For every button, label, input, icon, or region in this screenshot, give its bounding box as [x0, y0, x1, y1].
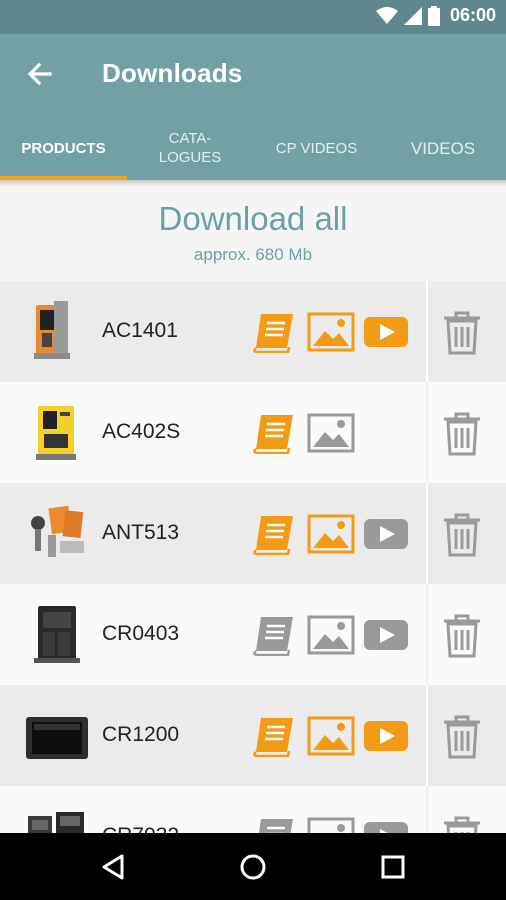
video-icon[interactable]: [362, 614, 410, 656]
app-bar: Downloads: [0, 34, 506, 116]
product-thumbnail: [24, 398, 90, 468]
download-all-button[interactable]: Download all approx. 680 Mb: [0, 186, 506, 281]
tab-videos[interactable]: VIDEOS: [380, 116, 506, 180]
wifi-icon: [375, 6, 398, 24]
list-item[interactable]: CR1200: [0, 685, 506, 786]
video-icon[interactable]: [362, 513, 410, 555]
product-name: ANT513: [102, 521, 180, 544]
arrow-back-icon[interactable]: [24, 58, 56, 90]
list-item[interactable]: AC402S: [0, 382, 506, 483]
product-name: CR0403: [102, 622, 180, 645]
product-name: AC1401: [102, 319, 178, 342]
status-icons: 06:00: [375, 5, 496, 26]
image-icon[interactable]: [307, 311, 355, 353]
tab-catalogues[interactable]: CATA- LOGUES: [127, 116, 253, 180]
product-name: CR1200: [102, 723, 180, 746]
product-thumbnail: [24, 297, 90, 367]
signal-icon: [403, 6, 422, 25]
tab-bar: PRODUCTS CATA- LOGUES CP VIDEOS VIDEOS: [0, 116, 506, 180]
image-icon[interactable]: [307, 614, 355, 656]
system-nav-bar: [0, 833, 506, 900]
trash-icon[interactable]: [440, 612, 484, 658]
row-divider: [426, 281, 428, 382]
list-item[interactable]: CR0403: [0, 584, 506, 685]
book-icon[interactable]: [252, 311, 300, 353]
back-nav-icon[interactable]: [96, 849, 132, 885]
product-thumbnail: [24, 499, 90, 569]
download-all-label: Download all: [158, 200, 348, 237]
product-name: CR7032: [102, 824, 179, 833]
book-icon[interactable]: [252, 513, 300, 555]
trash-icon[interactable]: [440, 814, 484, 833]
status-bar: 06:00: [0, 0, 506, 34]
book-icon[interactable]: [252, 715, 300, 757]
battery-icon: [427, 5, 440, 26]
trash-icon[interactable]: [440, 309, 484, 355]
list-item[interactable]: ANT513: [0, 483, 506, 584]
home-nav-icon[interactable]: [235, 849, 271, 885]
image-icon[interactable]: [307, 412, 355, 454]
product-list: AC1401 AC402S ANT513 CR0403 CR1200: [0, 281, 506, 833]
recents-nav-icon[interactable]: [375, 849, 411, 885]
image-icon[interactable]: [307, 513, 355, 555]
trash-icon[interactable]: [440, 410, 484, 456]
row-divider: [426, 584, 428, 685]
book-icon[interactable]: [252, 816, 300, 833]
trash-icon[interactable]: [440, 511, 484, 557]
row-divider: [426, 786, 428, 833]
book-icon[interactable]: [252, 412, 300, 454]
tab-videos-label: VIDEOS: [410, 138, 476, 158]
trash-icon[interactable]: [440, 713, 484, 759]
video-icon[interactable]: [362, 311, 410, 353]
product-name: AC402S: [102, 420, 181, 443]
tab-products-label: PRODUCTS: [21, 139, 106, 157]
row-divider: [426, 483, 428, 584]
video-icon[interactable]: [362, 715, 410, 757]
product-thumbnail: [24, 600, 90, 670]
tab-catalogues-label: CATA- LOGUES: [158, 130, 222, 166]
download-size: approx. 680 Mb: [193, 245, 313, 264]
tab-cp-videos[interactable]: CP VIDEOS: [253, 116, 380, 180]
status-time: 06:00: [449, 5, 496, 25]
page-title: Downloads: [102, 58, 243, 88]
image-icon[interactable]: [307, 715, 355, 757]
product-thumbnail: [24, 701, 90, 771]
book-icon[interactable]: [252, 614, 300, 656]
row-divider: [426, 685, 428, 786]
image-icon[interactable]: [307, 816, 355, 833]
tab-products[interactable]: PRODUCTS: [0, 116, 127, 180]
product-thumbnail: [24, 802, 90, 833]
row-divider: [426, 382, 428, 483]
video-icon[interactable]: [362, 816, 410, 833]
list-item[interactable]: AC1401: [0, 281, 506, 382]
tab-cp-videos-label: CP VIDEOS: [275, 139, 358, 157]
list-item[interactable]: CR7032: [0, 786, 506, 833]
